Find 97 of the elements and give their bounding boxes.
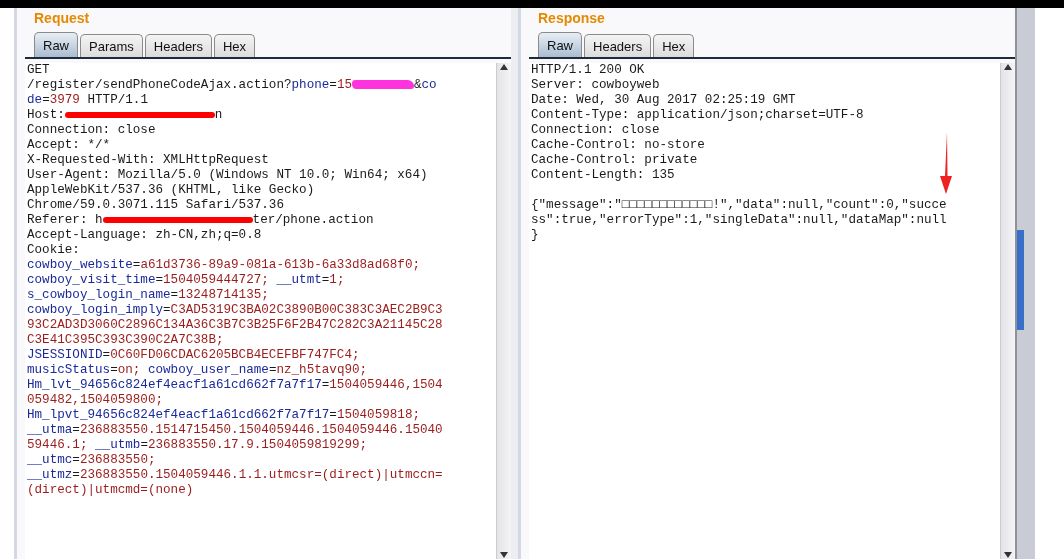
code-text: User-Agent: Mozilla/5.0 (Windows NT 10.0; Win64; x64) — [27, 168, 428, 182]
code-text: 0C60FD06CDAC6205BCB4ECEFBF747FC4; — [110, 348, 360, 362]
scroll-up-icon[interactable] — [500, 63, 508, 71]
code-text: cowboy_website — [27, 258, 133, 272]
code-text: 059482,1504059800; — [27, 393, 164, 407]
tab[interactable]: Headers — [584, 34, 652, 57]
code-text: Referer: h — [27, 213, 103, 227]
tab[interactable]: Raw — [34, 32, 78, 57]
code-text: __utmc — [27, 453, 73, 467]
code-text: {"message":"□□□□□□□□□□□□!","data":null,"count":0,"succe — [531, 198, 947, 212]
code-text: 93C2AD3D3060C2896C134A36C3B7C3B25F6F2B47C282C3A21145C28 — [27, 318, 443, 332]
code-text: Hm_lvt_94656c824ef4eacf1a61cd662f7a7f17 — [27, 378, 322, 392]
tab[interactable]: Hex — [213, 34, 256, 57]
code-text: a61d3736-89a9-081a-613b-6a33d8ad68f0; — [140, 258, 420, 272]
code-text: = — [140, 438, 148, 452]
scrollbar[interactable] — [496, 63, 511, 559]
code-text: Cookie: — [27, 243, 80, 257]
code-text: n — [214, 108, 223, 122]
code-text: Cache-Control: no-store — [531, 138, 705, 152]
code-text: AppleWebKit/537.36 (KHTML, like Gecko) — [27, 183, 315, 197]
code-text: phone — [291, 78, 330, 92]
code-text: = — [72, 468, 80, 482]
code-text: & — [414, 78, 422, 92]
code-text: 1504059446,1504 — [329, 378, 443, 392]
code-text: Connection: close — [27, 123, 156, 137]
code-text: co — [421, 78, 437, 92]
tab[interactable]: Params — [80, 34, 143, 57]
code-text: 15 — [336, 78, 352, 92]
tab[interactable]: Headers — [144, 34, 212, 57]
code-text: 59446.1; — [27, 438, 88, 452]
code-text: } — [531, 228, 539, 242]
code-text: = — [268, 363, 277, 377]
scroll-down-icon[interactable] — [1004, 551, 1012, 559]
code-text: __utmt — [275, 273, 322, 287]
code-text: Accept-Language: zh-CN,zh;q=0.8 — [27, 228, 262, 242]
code-text: = — [329, 78, 337, 92]
code-text: cowboy_login_imply — [27, 303, 164, 317]
code-text: = — [42, 93, 50, 107]
code-text: /register/sendPhoneCodeAjax.action? — [27, 78, 292, 92]
code-text: __utmz — [27, 468, 73, 482]
code-text: Connection: close — [531, 123, 660, 137]
code-text: s_cowboy_login_name — [27, 288, 171, 302]
code-text: = — [132, 258, 141, 272]
code-text: GET — [27, 63, 50, 77]
code-text: on; — [117, 363, 141, 377]
code-text: (direct)|utmcmd=(none) — [27, 483, 194, 497]
code-text: Content-Type: application/json;charset=UTF-8 — [531, 108, 864, 122]
code-text: 1; — [329, 273, 345, 287]
code-text: = — [170, 288, 179, 302]
code-text: = — [329, 408, 337, 422]
code-text: C3E41C395C393C390C2A7C38B; — [27, 333, 224, 347]
code-text: HTTP/1.1 200 OK — [531, 63, 645, 77]
code-text: ter/phone.action — [252, 213, 374, 227]
code-text: = — [102, 348, 111, 362]
panel-title: Response — [537, 9, 606, 28]
code-text: = — [163, 303, 171, 317]
code-text: de — [27, 93, 43, 107]
code-text: Cache-Control: private — [531, 153, 698, 167]
code-text: = — [321, 273, 330, 287]
code-text: Content-Length: 135 — [531, 168, 675, 182]
code-text: nz_h5tavq90; — [276, 363, 368, 377]
code-text: = — [155, 273, 164, 287]
code-text: __utma — [27, 423, 73, 437]
side-scrollbar[interactable] — [1015, 8, 1035, 559]
code-text: cowboy_user_name — [146, 363, 269, 377]
code-text: = — [321, 378, 330, 392]
code-text: musicStatus — [27, 363, 111, 377]
code-text: Hm_lpvt_94656c824ef4eacf1a61cd662f7a7f17 — [27, 408, 330, 422]
code-text: = — [72, 453, 80, 467]
code-text: 236883550.1514715450.1504059446.1504059446.15040 — [79, 423, 443, 437]
code-text: 1504059444727; — [163, 273, 269, 287]
tab[interactable]: Hex — [653, 34, 695, 57]
code-text: 1504059818; — [336, 408, 420, 422]
code-text: Server: cowboyweb — [531, 78, 660, 92]
code-text: Chrome/59.0.3071.115 Safari/537.36 — [27, 198, 284, 212]
scrollbar[interactable] — [1000, 63, 1015, 559]
code-text: JSESSIONID — [27, 348, 103, 362]
code-text: Host: — [27, 108, 65, 122]
code-text: ss":true,"errorType":1,"singleData":null,"dataMap":null — [531, 213, 947, 227]
code-text: = — [72, 423, 80, 437]
code-text: Date: Wed, 30 Aug 2017 02:25:19 GMT — [531, 93, 796, 107]
panel-title: Request — [33, 9, 91, 28]
code-text: 236883550; — [79, 453, 156, 467]
scroll-up-icon[interactable] — [1004, 63, 1012, 71]
code-text: C3AD5319C3BA02C3890B00C383C3AEC2B9C3 — [170, 303, 443, 317]
code-text: 3979 — [49, 93, 80, 107]
code-text: 236883550.1504059446.1.1.utmcsr=(direct)|utmccn= — [79, 468, 443, 482]
code-text: __utmb — [94, 438, 141, 452]
code-text: X-Requested-With: XMLHttpRequest — [27, 153, 269, 167]
code-text: = — [110, 363, 118, 377]
code-text: Accept: */* — [27, 138, 111, 152]
code-text: 13248714135; — [178, 288, 269, 302]
code-text: 236883550.17.9.1504059819299; — [147, 438, 368, 452]
tab[interactable]: Raw — [538, 32, 582, 57]
code-text: HTTP/1.1 — [86, 93, 148, 107]
scroll-down-icon[interactable] — [500, 551, 508, 559]
code-text: cowboy_visit_time — [27, 273, 156, 287]
